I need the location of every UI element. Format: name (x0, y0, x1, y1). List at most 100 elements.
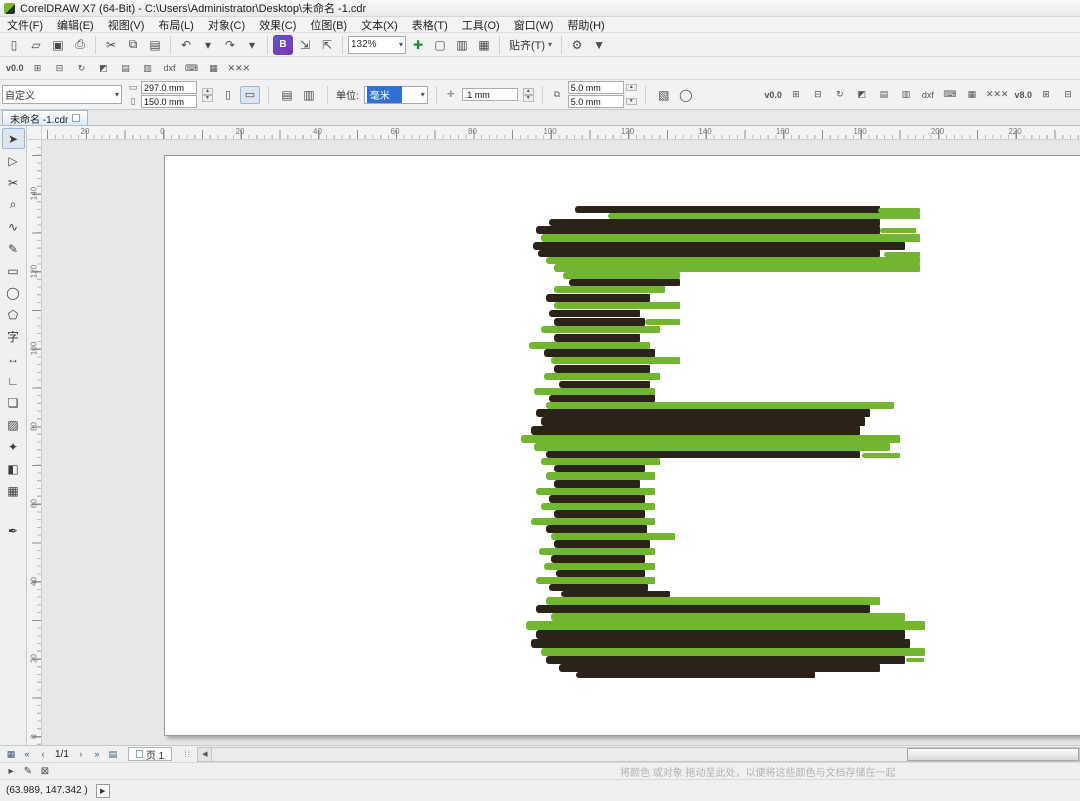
artwork-stripe[interactable] (533, 242, 905, 250)
artwork-stripe[interactable] (546, 257, 920, 264)
artwork-stripe[interactable] (546, 525, 647, 533)
artwork-stripe[interactable] (645, 319, 680, 325)
artwork-stripe[interactable] (536, 630, 905, 639)
next-page-button[interactable]: › (74, 748, 88, 761)
artwork-stripe[interactable] (536, 605, 870, 613)
pb-snap2-icon[interactable]: ⊞ (1036, 85, 1056, 105)
duplicate-y-field[interactable]: 5.0 mm (567, 95, 624, 108)
artwork-stripe[interactable] (541, 503, 655, 510)
artwork-stripe[interactable] (549, 395, 655, 402)
crop-tool[interactable]: ✂ (2, 172, 25, 193)
treat-as-filled-button[interactable]: ▧ (654, 85, 674, 105)
polygon-tool[interactable]: ⬠ (2, 304, 25, 325)
artwork-stripe[interactable] (544, 373, 660, 380)
page-height-field[interactable]: 150.0 mm (141, 95, 197, 108)
artwork-stripe[interactable] (554, 365, 650, 373)
artwork-stripe[interactable] (554, 302, 680, 309)
artwork-stripe[interactable] (559, 381, 650, 388)
swatch-grid-icon[interactable]: ▥ (138, 58, 158, 78)
artwork-stripe[interactable] (906, 658, 924, 662)
artwork-stripe[interactable] (554, 264, 920, 272)
menu-edit[interactable]: 编辑(E) (50, 16, 101, 34)
spin-up-button[interactable]: ▲ (625, 84, 637, 91)
artwork-stripe[interactable] (551, 357, 680, 364)
drawing-canvas[interactable] (42, 140, 1080, 745)
pb-keyboard-icon[interactable]: ⌨ (940, 85, 960, 105)
spin-down-button[interactable]: ▼ (522, 94, 534, 102)
pick-tool[interactable]: ➤ (1, 128, 25, 149)
menu-layout[interactable]: 布局(L) (151, 16, 200, 34)
rectangle-tool[interactable]: ▭ (2, 260, 25, 281)
spin-up-button[interactable]: ▲ (202, 87, 213, 95)
pb-proof-icon[interactable]: ◩ (852, 85, 872, 105)
texture-icon[interactable]: ▦ (204, 58, 224, 78)
keyboard-shortcuts-icon[interactable]: ⌨ (182, 58, 202, 78)
connector-tool[interactable]: ∟ (2, 370, 25, 391)
view-rulers-button[interactable]: ▥ (452, 35, 472, 55)
artwork-stripe[interactable] (536, 409, 870, 417)
pb-texture-icon[interactable]: ▦ (962, 85, 982, 105)
nudge-field[interactable]: .1 mm (461, 88, 518, 101)
pb-swatch-icon[interactable]: ▥ (896, 85, 916, 105)
menu-table[interactable]: 表格(T) (405, 16, 455, 34)
scrollbar-thumb[interactable] (907, 747, 1079, 761)
menu-bitmaps[interactable]: 位图(B) (303, 16, 354, 34)
vertical-ruler[interactable]: 140 120 100 80 60 40 20 0 (27, 140, 42, 745)
pb-version-badge[interactable]: v0.0 (762, 85, 784, 105)
new-document-button[interactable]: ▯ (4, 35, 24, 55)
artwork-stripe[interactable] (534, 388, 655, 395)
spin-down-button[interactable]: ▼ (202, 94, 213, 102)
horizontal-ruler[interactable]: 20 0 20 40 60 80 100 120 140 160 180 200 220 (42, 126, 1080, 140)
artwork-stripe[interactable] (554, 480, 640, 488)
artwork-stripe[interactable] (576, 672, 815, 678)
drop-shadow-tool[interactable]: ❏ (2, 392, 25, 413)
pb-align-icon[interactable]: ⊟ (808, 85, 828, 105)
interactive-fill-tool[interactable]: ◧ (2, 458, 25, 479)
snap-to-dropdown[interactable]: 贴齐(T) ▾ (505, 37, 556, 53)
artwork-stripe[interactable] (536, 577, 655, 584)
zoom-tool[interactable]: ⌕ (2, 194, 25, 215)
artwork-stripe[interactable] (546, 472, 655, 480)
artwork-stripe[interactable] (569, 279, 680, 286)
artwork-stripe[interactable] (554, 334, 640, 342)
zoom-add-button[interactable]: ✚ (408, 35, 428, 55)
prev-page-button[interactable]: ‹ (36, 748, 50, 761)
shape-tool[interactable]: ▷ (2, 150, 25, 171)
search-content-button[interactable]: B (273, 34, 293, 55)
artwork-stripe[interactable] (549, 495, 645, 503)
menu-effects[interactable]: 效果(C) (252, 16, 303, 34)
artwork-stripe[interactable] (521, 435, 900, 443)
artwork-stripe[interactable] (539, 548, 655, 555)
page-tab[interactable]: 页 1 (127, 747, 173, 762)
redo-dropdown-icon[interactable]: ▾ (242, 35, 262, 55)
landscape-button[interactable]: ▭ (240, 85, 260, 104)
artwork-stripe[interactable] (554, 540, 650, 548)
artwork-stripe[interactable] (862, 453, 900, 458)
page-preset-combo[interactable]: 自定义 ▾ (2, 85, 122, 104)
artwork-stripe[interactable] (563, 272, 680, 279)
pb-snap-icon[interactable]: ⊞ (786, 85, 806, 105)
undo-dropdown-icon[interactable]: ▾ (198, 35, 218, 55)
artwork-stripe[interactable] (554, 318, 645, 326)
redo-button[interactable]: ↷ (220, 35, 240, 55)
no-fill-swatch[interactable]: ⊠ (38, 764, 52, 778)
artwork-stripe[interactable] (538, 250, 880, 257)
units-combo[interactable]: 毫米 ▾ (363, 85, 428, 104)
first-page-button[interactable]: « (20, 748, 34, 761)
outline-pen-tool[interactable]: ✒ (2, 520, 25, 541)
dimension-tool[interactable]: ↔ (2, 348, 25, 369)
snap-objects-icon[interactable]: ⊞ (28, 58, 48, 78)
align-icon[interactable]: ⊟ (50, 58, 70, 78)
artwork-stripe[interactable] (546, 656, 905, 664)
last-page-button[interactable]: » (90, 748, 104, 761)
open-button[interactable]: ▱ (26, 35, 46, 55)
artwork-stripe[interactable] (544, 563, 655, 570)
page-sorter-button[interactable]: ▦ (4, 748, 18, 761)
duplicate-x-field[interactable]: 5.0 mm (567, 81, 624, 94)
artwork-stripe[interactable] (551, 555, 645, 563)
menu-view[interactable]: 视图(V) (101, 16, 152, 34)
pb-transform-icon[interactable]: ↻ (830, 85, 850, 105)
ruler-origin-corner[interactable] (27, 126, 42, 140)
application-launcher-button[interactable]: ▼ (589, 35, 609, 55)
artwork-stripe[interactable] (554, 465, 645, 472)
